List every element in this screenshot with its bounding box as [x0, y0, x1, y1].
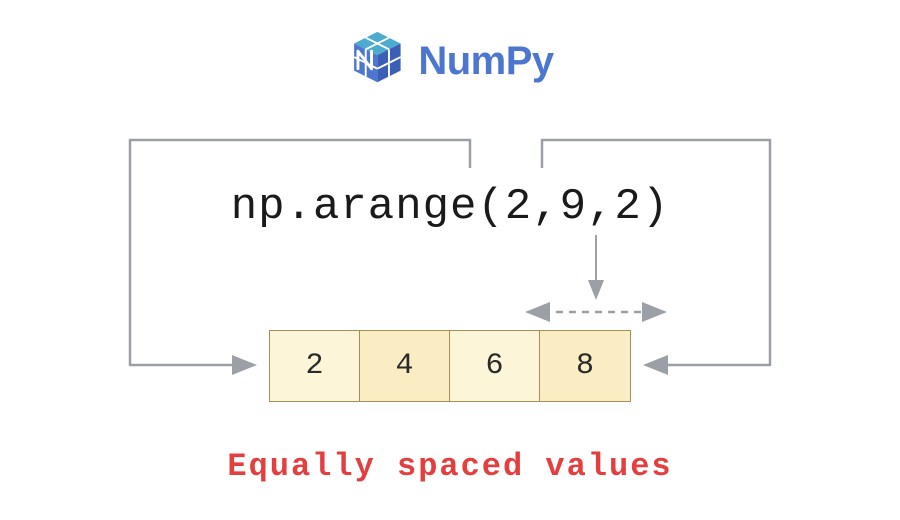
- array-cell: 6: [450, 331, 540, 401]
- code-expression: np.arange(2,9,2): [231, 182, 669, 232]
- diagram-caption: Equally spaced values: [227, 448, 672, 485]
- array-cell: 4: [360, 331, 450, 401]
- array-cell: 2: [270, 331, 360, 401]
- array-cell: 8: [540, 331, 630, 401]
- numpy-logo: NumPy: [346, 28, 553, 95]
- result-array: 2 4 6 8: [269, 330, 631, 402]
- numpy-cube-icon: [346, 28, 408, 95]
- numpy-brand-text: NumPy: [418, 39, 553, 84]
